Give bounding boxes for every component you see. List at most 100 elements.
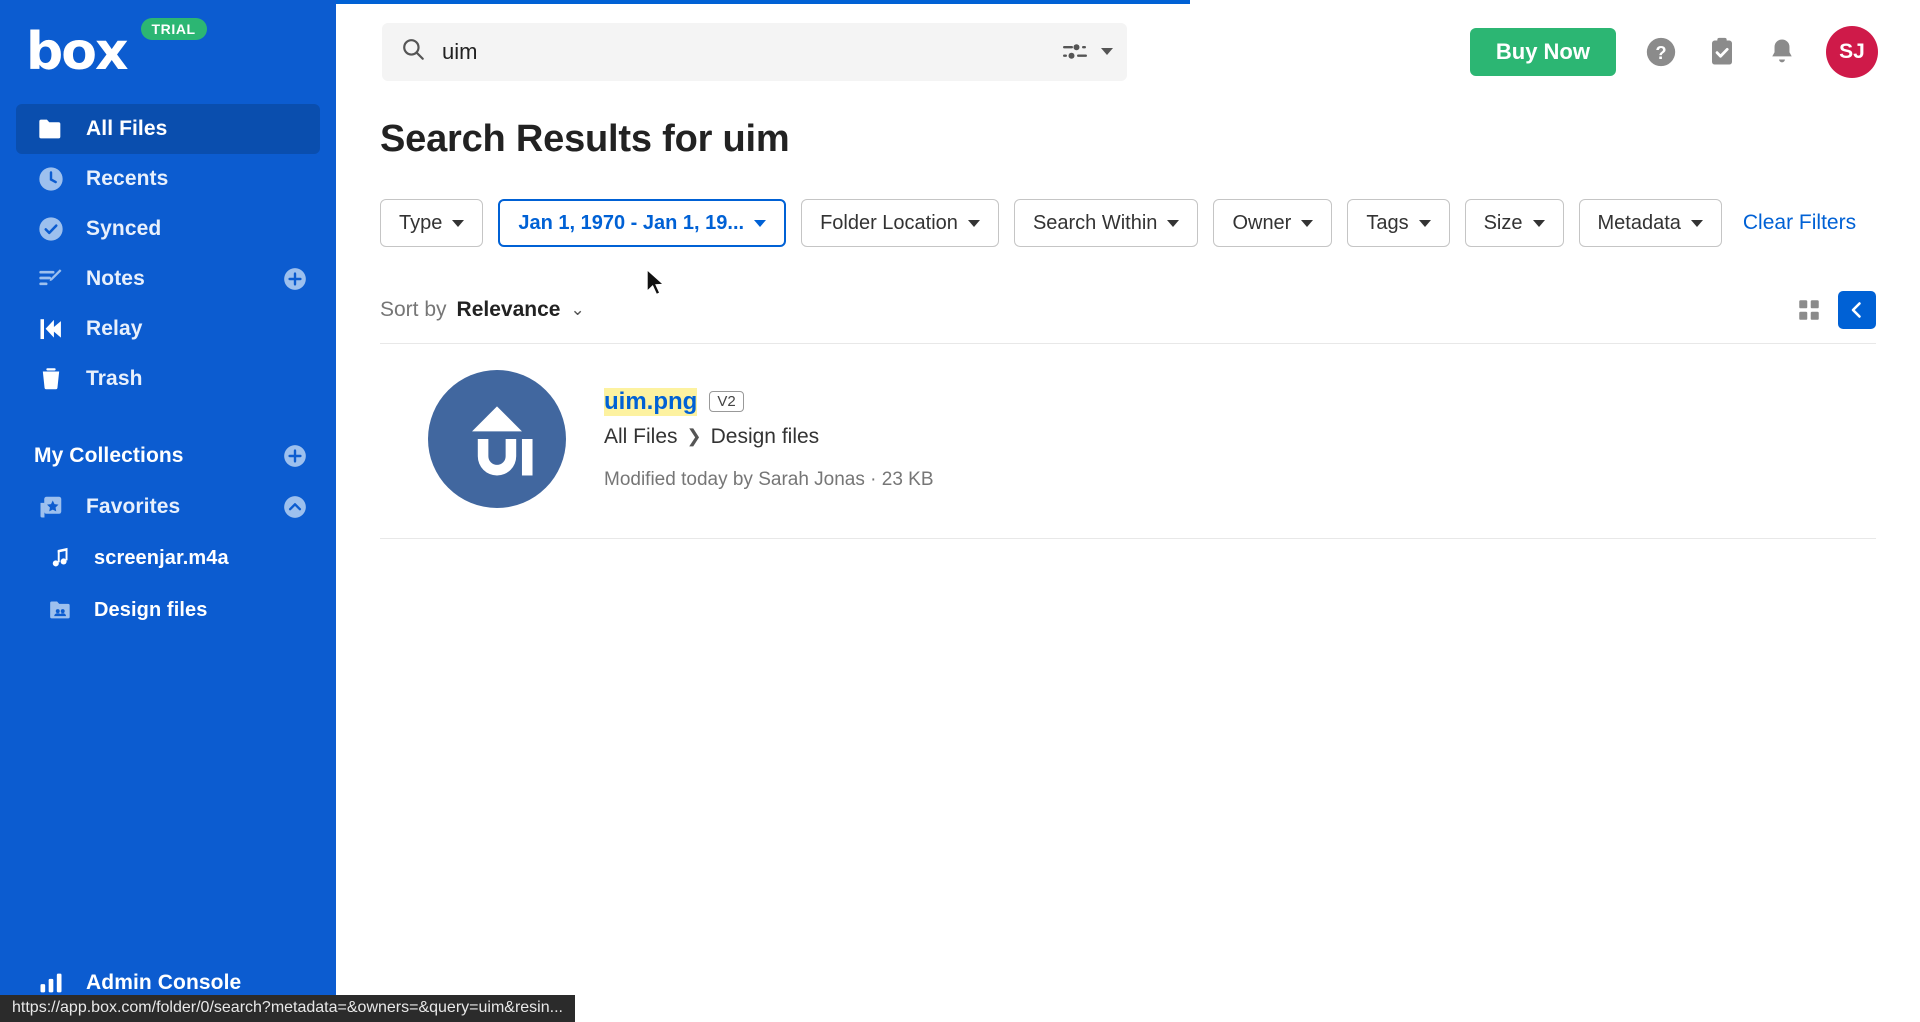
breadcrumb-separator-icon: ❯ <box>686 426 702 446</box>
sort-by-label: Sort by <box>380 298 447 321</box>
sidebar-item-recents[interactable]: Recents <box>16 154 320 204</box>
result-file-name[interactable]: uim.png <box>604 387 698 416</box>
main-content: Buy Now ? SJ <box>336 0 1920 1022</box>
filter-chip-folder-location[interactable]: Folder Location <box>801 199 999 247</box>
filter-chip-label: Folder Location <box>820 211 958 234</box>
chevron-down-icon[interactable] <box>1101 48 1113 55</box>
trial-badge: TRIAL <box>140 18 207 40</box>
filter-chip-label: Size <box>1483 211 1523 234</box>
mouse-cursor <box>645 267 667 303</box>
sidebar-section-my-collections: My Collections <box>16 430 320 482</box>
filter-chip-label: Owner <box>1232 211 1292 234</box>
breadcrumb: All Files ❯ Design files <box>604 425 934 449</box>
result-info: uim.png V2 All Files ❯ Design files Modi… <box>604 387 934 491</box>
filter-chip-owner[interactable]: Owner <box>1213 199 1333 247</box>
page-title: Search Results for uim <box>380 118 790 160</box>
filter-chip-label: Jan 1, 1970 - Jan 1, 19... <box>518 211 745 234</box>
filter-chip-size[interactable]: Size <box>1464 199 1564 247</box>
sidebar-item-synced[interactable]: Synced <box>16 204 320 254</box>
audio-file-icon <box>46 545 76 571</box>
help-icon[interactable]: ? <box>1644 35 1678 69</box>
chevron-down-icon[interactable]: ⌄ <box>570 300 584 320</box>
clear-filters-link[interactable]: Clear Filters <box>1743 211 1856 235</box>
sidebar-item-favorites[interactable]: Favorites <box>16 482 320 532</box>
sidebar-item-label: Admin Console <box>86 971 242 994</box>
trash-icon <box>34 365 68 393</box>
add-note-button[interactable] <box>282 266 308 292</box>
breadcrumb-root[interactable]: All Files <box>604 425 678 449</box>
sidebar-folder-design-files[interactable]: Design files <box>16 584 320 636</box>
sidebar-item-trash[interactable]: Trash <box>16 354 320 404</box>
filter-chip-metadata[interactable]: Metadata <box>1578 199 1722 247</box>
chevron-down-icon <box>967 219 980 227</box>
view-toggle <box>1790 291 1876 329</box>
sort-row: Sort by Relevance ⌄ <box>380 291 1876 344</box>
chevron-down-icon <box>452 219 465 227</box>
sidebar-file-label: screenjar.m4a <box>94 546 229 569</box>
sidebar-item-label: Notes <box>86 267 145 290</box>
shared-folder-icon <box>46 597 76 623</box>
sliders-icon <box>1063 43 1087 59</box>
folder-icon <box>34 115 68 143</box>
filter-chips-row: Type Jan 1, 1970 - Jan 1, 19... Folder L… <box>380 199 1920 247</box>
filter-chip-label: Metadata <box>1597 211 1681 234</box>
filter-chip-date-range[interactable]: Jan 1, 1970 - Jan 1, 19... <box>498 199 787 247</box>
clock-icon <box>34 165 68 193</box>
search-result-row[interactable]: uim.png V2 All Files ❯ Design files Modi… <box>380 344 1876 539</box>
sidebar-item-label: Recents <box>86 167 169 190</box>
result-name-row: uim.png V2 <box>604 387 934 416</box>
version-badge: V2 <box>709 391 744 412</box>
sidebar-file-screenjar[interactable]: screenjar.m4a <box>16 532 320 584</box>
page-loading-bar <box>336 0 1190 4</box>
chevron-down-icon <box>1418 219 1431 227</box>
grid-view-icon[interactable] <box>1790 291 1828 329</box>
result-meta: Modified today by Sarah Jonas · 23 KB <box>604 468 934 490</box>
collapse-sidebar-icon[interactable] <box>1838 291 1876 329</box>
chevron-down-icon <box>1301 219 1314 227</box>
sidebar-item-all-files[interactable]: All Files <box>16 104 320 154</box>
filter-chip-label: Tags <box>1366 211 1409 234</box>
notifications-bell-icon[interactable] <box>1766 36 1798 68</box>
filter-chip-search-within[interactable]: Search Within <box>1013 199 1199 247</box>
bar-chart-icon <box>34 969 68 997</box>
status-bar-url: https://app.box.com/folder/0/search?meta… <box>0 995 575 1022</box>
sidebar-item-label: Relay <box>86 317 143 340</box>
logo-row: box TRIAL <box>0 0 336 104</box>
search-filter-toggle[interactable] <box>1061 41 1113 63</box>
sidebar-item-notes[interactable]: Notes <box>16 254 320 304</box>
buy-now-button[interactable]: Buy Now <box>1469 27 1616 76</box>
avatar[interactable]: SJ <box>1826 25 1878 78</box>
search-input[interactable] <box>442 38 1061 65</box>
filter-chip-type[interactable]: Type <box>380 199 484 247</box>
add-collection-button[interactable] <box>282 443 308 469</box>
sidebar: box TRIAL All Files Recents Synced Notes… <box>0 0 336 1022</box>
sidebar-item-label: Synced <box>86 217 162 240</box>
relay-icon <box>34 315 68 343</box>
svg-text:?: ? <box>1655 42 1666 63</box>
filter-chip-label: Type <box>399 211 443 234</box>
sort-by-value[interactable]: Relevance <box>457 298 561 322</box>
header-actions: Buy Now ? SJ <box>1469 25 1892 78</box>
tasks-clipboard-icon[interactable] <box>1706 36 1738 68</box>
chevron-down-icon <box>1167 219 1180 227</box>
notes-icon <box>34 265 68 293</box>
box-logo[interactable]: box <box>26 26 128 78</box>
filter-chip-label: Search Within <box>1032 211 1158 234</box>
app-header: Buy Now ? SJ <box>336 0 1920 104</box>
file-thumbnail[interactable] <box>428 370 566 508</box>
chevron-down-icon <box>1532 219 1545 227</box>
check-circle-icon <box>34 215 68 243</box>
my-collections-header: My Collections <box>34 444 184 467</box>
search-bar[interactable] <box>382 22 1127 81</box>
collapse-favorites-button[interactable] <box>282 494 308 520</box>
chevron-down-icon <box>1690 219 1703 227</box>
filter-chip-tags[interactable]: Tags <box>1347 199 1450 247</box>
sidebar-nav: All Files Recents Synced Notes Relay Tra… <box>0 104 336 636</box>
sidebar-folder-label: Design files <box>94 598 208 621</box>
sidebar-item-relay[interactable]: Relay <box>16 304 320 354</box>
sidebar-item-label: Favorites <box>86 495 181 518</box>
sidebar-item-label: All Files <box>86 117 168 140</box>
chevron-down-icon <box>754 219 767 227</box>
breadcrumb-folder[interactable]: Design files <box>711 425 820 449</box>
favorites-icon <box>34 493 68 521</box>
